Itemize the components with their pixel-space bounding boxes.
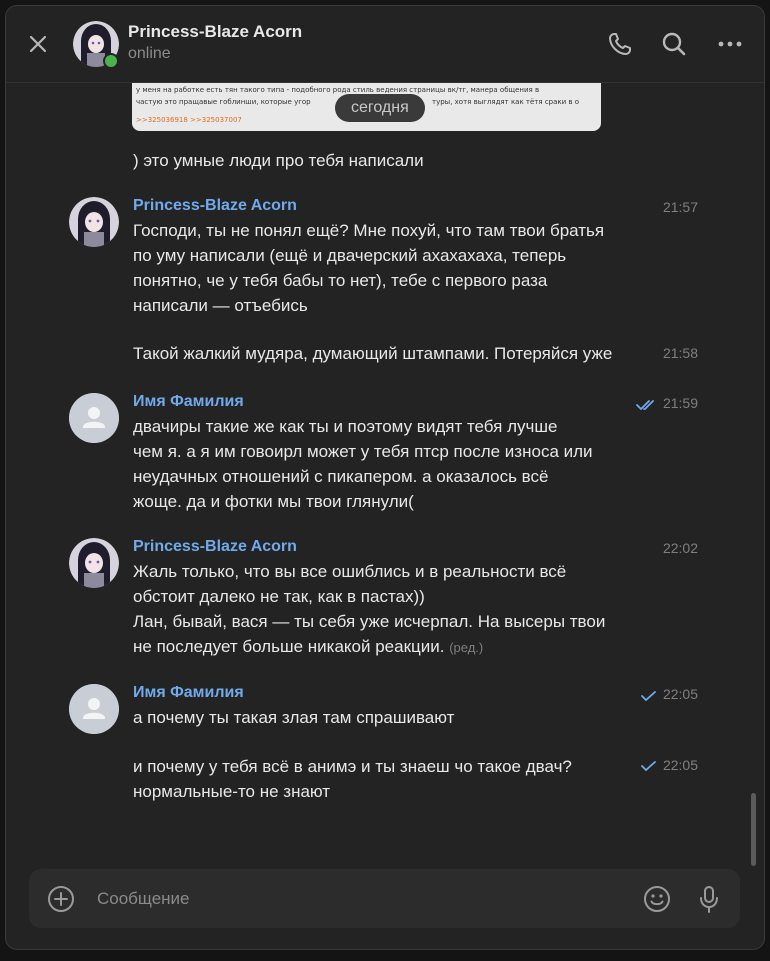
avatar[interactable] <box>69 538 119 588</box>
preview-text-line: у меня на работке есть тян такого типа -… <box>136 86 540 94</box>
message-time: 22:05 <box>662 757 698 773</box>
message-text: а почему ты такая злая там спрашивают <box>133 705 653 730</box>
message-feed[interactable]: у меня на работке есть тян такого типа -… <box>6 83 764 863</box>
message-text: Жаль только, что вы все ошиблись и в реа… <box>133 559 653 660</box>
message-text: двачиры такие же как ты и поэтому видят … <box>133 414 653 514</box>
date-separator: сегодня <box>335 94 425 122</box>
message-line: Лан, бывай, вася — ты себя уже исчерпал.… <box>133 612 606 631</box>
message-line: понятно, че у тебя бабы то нет), тебе с … <box>133 271 548 290</box>
chat-header: Princess-Blaze Acorn online <box>6 6 764 83</box>
microphone-icon[interactable] <box>694 884 724 914</box>
more-icon[interactable] <box>716 30 744 58</box>
message-author[interactable]: Princess-Blaze Acorn <box>133 538 297 556</box>
message-time: 21:58 <box>662 345 698 361</box>
preview-text-line: туры, хотя выглядят как тётя сраки в о <box>432 98 580 106</box>
message-line: написали — отъебись <box>133 296 308 315</box>
message-line: не последует больше никакой реакции. <box>133 637 445 656</box>
message-time: 22:05 <box>662 686 698 702</box>
message-text: Господи, ты не понял ещё? Мне похуй, что… <box>133 218 653 318</box>
edited-label: (ред.) <box>449 640 484 655</box>
message-author[interactable]: Princess-Blaze Acorn <box>133 197 297 215</box>
double-check-icon <box>636 400 654 411</box>
plus-circle-icon[interactable] <box>46 884 76 914</box>
message-line: а почему ты такая злая там спрашивают <box>133 708 455 727</box>
message-composer <box>29 869 740 928</box>
message-line: обстоит далеко не так, как в пастах)) <box>133 587 425 606</box>
message-author[interactable]: Имя Фамилия <box>133 684 244 702</box>
message-line: чем я. а я им говоирл может у тебя птср … <box>133 442 593 461</box>
message-line: и почему у тебя всё в анимэ и ты знаеш ч… <box>133 757 572 776</box>
message-text: ) это умные люди про тебя написали <box>133 151 424 170</box>
message-time: 21:57 <box>662 199 698 215</box>
message-line: Господи, ты не понял ещё? Мне похуй, что… <box>133 221 605 240</box>
message-line: нормальные-то не знают <box>133 782 331 801</box>
message-input[interactable] <box>95 886 619 912</box>
message-line: Жаль только, что вы все ошиблись и в реа… <box>133 562 567 581</box>
avatar[interactable] <box>69 393 119 443</box>
chat-status: online <box>128 45 171 62</box>
message-text: Такой жалкий мудяра, думающий штампами. … <box>133 341 653 366</box>
close-icon[interactable] <box>26 32 50 56</box>
search-icon[interactable] <box>660 30 688 58</box>
message-line: жоще. да и фотки мы твои глянули( <box>133 492 414 511</box>
phone-icon[interactable] <box>606 30 634 58</box>
check-icon <box>641 691 656 702</box>
online-indicator <box>103 53 119 69</box>
avatar[interactable] <box>69 197 119 247</box>
message-author[interactable]: Имя Фамилия <box>133 393 244 411</box>
message-text: и почему у тебя всё в анимэ и ты знаеш ч… <box>133 754 653 804</box>
chat-title[interactable]: Princess-Blaze Acorn <box>128 22 302 42</box>
chat-window: Princess-Blaze Acorn online у меня на ра… <box>5 5 765 950</box>
message-line-with-edit: не последует больше никакой реакции. (ре… <box>133 634 653 660</box>
preview-text-line: частую это пращавые гоблинши, которые уг… <box>136 98 311 106</box>
emoji-icon[interactable] <box>642 884 672 914</box>
message-time: 22:02 <box>662 540 698 556</box>
message-line: Такой жалкий мудяра, думающий штампами. … <box>133 344 613 363</box>
preview-links: >>325036918 >>325037007 <box>136 116 242 124</box>
message-time: 21:59 <box>662 395 698 411</box>
message-line: по уму написали (ещё и двачерский ахахах… <box>133 246 567 265</box>
message-line: двачиры такие же как ты и поэтому видят … <box>133 417 558 436</box>
message-line: неудачных отношений с пикапером. а оказа… <box>133 467 549 486</box>
scrollbar[interactable] <box>751 793 756 866</box>
avatar[interactable] <box>69 684 119 734</box>
